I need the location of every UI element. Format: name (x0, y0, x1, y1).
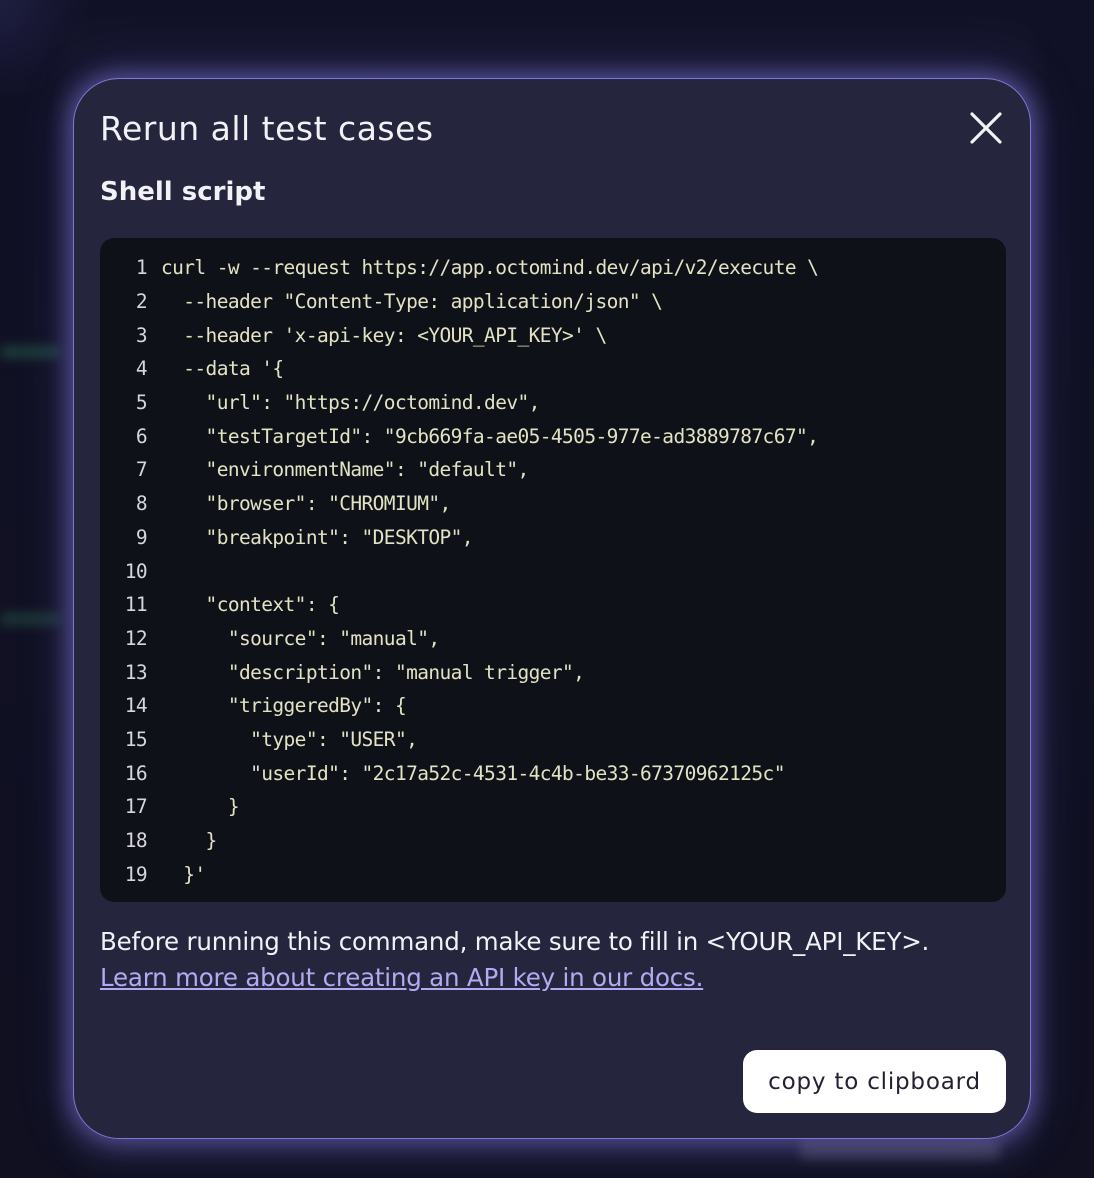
line-number: 17 (124, 795, 148, 819)
code-text: "url": "https://octomind.dev", (161, 391, 541, 415)
code-line: 13 "description": "manual trigger", (100, 655, 1006, 689)
line-number: 4 (135, 357, 148, 381)
code-text: "type": "USER", (161, 727, 418, 751)
code-line: 11 "context": { (100, 588, 1006, 622)
line-number: 15 (124, 727, 148, 751)
code-line: 5 "url": "https://octomind.dev", (100, 386, 1006, 420)
code-line: 7 "environmentName": "default", (100, 453, 1006, 487)
code-text: "context": { (161, 593, 340, 617)
line-number: 12 (124, 626, 148, 650)
line-number: 18 (124, 829, 148, 853)
line-number: 14 (124, 694, 148, 718)
line-number: 2 (135, 290, 148, 314)
line-number: 10 (124, 559, 148, 583)
code-text: --data '{ (161, 357, 284, 381)
line-number: 16 (124, 761, 148, 785)
line-number: 7 (135, 458, 148, 482)
line-number: 5 (135, 391, 148, 415)
code-line: 8 "browser": "CHROMIUM", (100, 487, 1006, 521)
line-number: 3 (135, 323, 148, 347)
code-text: } (161, 795, 240, 819)
line-number: 9 (135, 525, 148, 549)
code-text: "environmentName": "default", (161, 458, 530, 482)
code-line: 14 "triggeredBy": { (100, 689, 1006, 723)
code-line: 4 --data '{ (100, 352, 1006, 386)
code-line: 9 "breakpoint": "DESKTOP", (100, 521, 1006, 555)
code-line: 10 (100, 554, 1006, 588)
line-number: 6 (135, 424, 148, 448)
code-text: "userId": "2c17a52c-4531-4c4b-be33-67370… (161, 761, 785, 785)
code-text: "triggeredBy": { (161, 694, 407, 718)
code-text: "breakpoint": "DESKTOP", (161, 525, 474, 549)
code-text: "browser": "CHROMIUM", (161, 492, 452, 516)
copy-to-clipboard-button[interactable]: copy to clipboard (743, 1050, 1006, 1113)
code-text: "source": "manual", (161, 626, 440, 650)
line-number: 1 (135, 256, 148, 280)
code-text: --header 'x-api-key: <YOUR_API_KEY>' \ (161, 323, 607, 347)
code-text: "description": "manual trigger", (161, 660, 585, 684)
close-icon (970, 112, 1002, 144)
code-line: 2 --header "Content-Type: application/js… (100, 285, 1006, 319)
code-block[interactable]: 1 curl -w --request https://app.octomind.… (100, 238, 1006, 902)
code-line: 12 "source": "manual", (100, 622, 1006, 656)
code-text: }' (161, 862, 206, 886)
line-number: 13 (124, 660, 148, 684)
code-text: --header "Content-Type: application/json… (161, 290, 663, 314)
code-text: } (161, 829, 218, 853)
line-number: 19 (124, 862, 148, 886)
line-number: 11 (124, 593, 148, 617)
code-line: 16 "userId": "2c17a52c-4531-4c4b-be33-67… (100, 756, 1006, 790)
code-text: curl -w --request https://app.octomind.d… (161, 256, 819, 280)
code-line: 15 "type": "USER", (100, 723, 1006, 757)
code-line: 19 }' (100, 857, 1006, 891)
dialog-title: Rerun all test cases (100, 109, 434, 148)
code-text: "testTargetId": "9cb669fa-ae05-4505-977e… (161, 424, 819, 448)
code-line: 3 --header 'x-api-key: <YOUR_API_KEY>' \ (100, 318, 1006, 352)
code-line: 17 } (100, 790, 1006, 824)
code-line: 6 "testTargetId": "9cb669fa-ae05-4505-97… (100, 419, 1006, 453)
code-line: 18 } (100, 824, 1006, 858)
docs-link[interactable]: Learn more about creating an API key in … (100, 963, 703, 992)
rerun-dialog: Rerun all test cases Shell script 1 curl … (73, 78, 1031, 1139)
section-title: Shell script (100, 177, 266, 207)
api-key-note: Before running this command, make sure t… (100, 927, 930, 956)
line-number: 8 (135, 492, 148, 516)
code-line: 1 curl -w --request https://app.octomind.… (100, 251, 1006, 285)
close-button[interactable] (967, 109, 1005, 147)
